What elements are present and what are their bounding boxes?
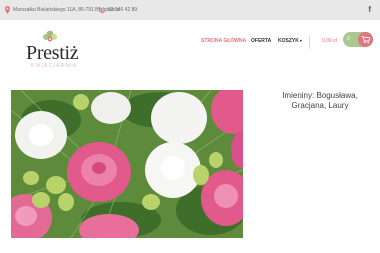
nav-home[interactable]: STRONA GŁÓWNA bbox=[201, 38, 246, 44]
header: Prestiż KWIACIARNIA STRONA GŁÓWNA OFERTA… bbox=[0, 20, 380, 78]
phone-link[interactable]: 52 340 42 89 bbox=[108, 0, 137, 20]
cart-count: 0 bbox=[347, 36, 350, 42]
nav-cart-label: KOSZYK bbox=[278, 38, 299, 44]
phone-icon bbox=[98, 6, 104, 14]
cart-amount[interactable]: 0,00 zł bbox=[322, 38, 337, 44]
name-day-text: Imieniny: Bogusława, Gracjana, Laury bbox=[282, 91, 358, 110]
divider bbox=[309, 35, 310, 49]
nav-offer[interactable]: OFERTA bbox=[251, 38, 271, 44]
logo[interactable]: Prestiż KWIACIARNIA bbox=[24, 28, 84, 72]
chevron-down-icon: ▾ bbox=[299, 38, 302, 43]
nav-cart[interactable]: KOSZYK▾ bbox=[278, 38, 302, 44]
logo-name: Prestiż bbox=[26, 42, 79, 64]
cart-icon-button[interactable] bbox=[358, 32, 373, 47]
cart-icon bbox=[361, 36, 371, 44]
cart-button[interactable]: 0 bbox=[343, 32, 373, 47]
bouquet-image bbox=[11, 90, 243, 238]
top-bar: Marszałka Bielańskiego 11A, 85-791 Bydgo… bbox=[0, 0, 380, 20]
logo-tagline: KWIACIARNIA bbox=[31, 63, 78, 69]
facebook-icon[interactable]: f bbox=[368, 0, 371, 20]
map-pin-icon bbox=[5, 6, 10, 14]
